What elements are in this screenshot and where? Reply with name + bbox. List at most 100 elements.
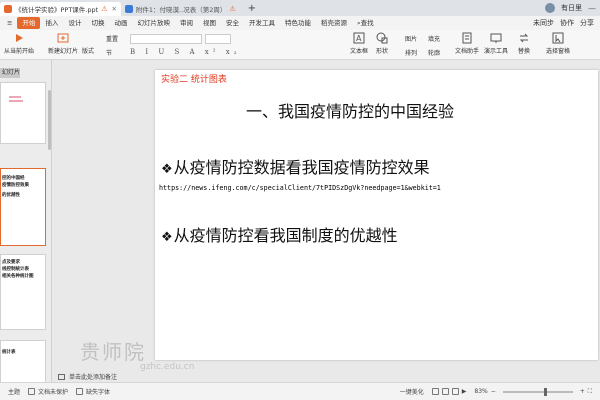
theme-status[interactable]: 主题 (8, 387, 20, 396)
menu-item-features[interactable]: 特色功能 (280, 17, 316, 29)
textbox-button[interactable]: A 文本框 (350, 32, 368, 55)
thumbnail-scrollbar[interactable] (48, 90, 51, 150)
normal-view-icon[interactable] (431, 388, 439, 395)
thumbnail-tab[interactable]: 幻灯片 (0, 68, 20, 78)
notes-icon (58, 374, 65, 380)
slide-title[interactable]: 一、我国疫情防控的中国经验 (195, 102, 505, 122)
title-bar: 《统计学实验》PPT课件.ppt ⚠ ✕ 附件1：付晓漠..况表（第2周） ⚠ … (0, 0, 600, 16)
zoom-in-icon[interactable]: + (580, 388, 585, 395)
avatar[interactable] (545, 3, 555, 13)
tab-doc-file[interactable]: 附件1：付晓漠..况表（第2周） ⚠ (121, 2, 240, 16)
menu-item-transition[interactable]: 切换 (86, 17, 109, 29)
font-size-select[interactable] (205, 34, 231, 44)
font-icon (76, 388, 84, 395)
shape-button[interactable]: 形状 (376, 32, 388, 55)
zoom-control[interactable]: 83% − + ⛶ (474, 387, 600, 396)
sorter-view-icon[interactable] (441, 388, 449, 395)
menu-item-insert[interactable]: 插入 (40, 17, 63, 29)
new-slide-button[interactable]: 新建幻灯片 (48, 32, 78, 55)
sync-status[interactable]: 未同步 (533, 18, 554, 28)
menu-item-design[interactable]: 设计 (63, 17, 86, 29)
presenter-tools-button[interactable]: 演示工具 (484, 32, 508, 55)
watermark-text: 贵师院 (80, 340, 146, 364)
reading-view-icon[interactable] (451, 388, 459, 395)
play-icon[interactable]: ▶ (462, 388, 467, 395)
warning-icon: ⚠ (101, 5, 108, 13)
thumb-line: 线控制统计表 (2, 267, 29, 272)
notes-bar[interactable]: 单击此处添加备注 (58, 372, 117, 381)
tab-label: 附件1：付晓漠..况表（第2周） (135, 6, 227, 14)
search-button[interactable]: ⌕查找 (352, 17, 379, 29)
close-tab-icon[interactable]: ✕ (111, 5, 116, 13)
menu-item-animation[interactable]: 动画 (109, 17, 132, 29)
thumbnail-decoration (9, 96, 23, 102)
doc-file-icon (124, 5, 133, 13)
ppt-file-icon (4, 5, 12, 13)
menu-item-view[interactable]: 视图 (198, 17, 221, 29)
diamond-bullet-icon: ❖ (161, 230, 173, 245)
tab-ppt-file[interactable]: 《统计学实验》PPT课件.ppt ⚠ ✕ (0, 2, 121, 16)
menu-item-devtools[interactable]: 开发工具 (244, 17, 280, 29)
reset-button[interactable]: 重置 (106, 34, 118, 43)
play-icon (16, 34, 23, 42)
tab-label: 《统计学实验》PPT课件.ppt (15, 6, 99, 14)
layout-button[interactable]: 版式 (82, 46, 94, 55)
new-slide-icon (57, 33, 69, 43)
menu-item-docer[interactable]: 稻壳资源 (316, 17, 352, 29)
menu-icon[interactable]: ≡ (2, 17, 17, 29)
select-pane-button[interactable]: 选择窗格 (546, 32, 570, 55)
outline-button[interactable]: 轮廓 (428, 48, 440, 57)
slide-thumbnail-panel: 幻灯片 控的中国经 疫情防控效果 的优越性 点及要求 线控制统计表 相关各种统计… (0, 60, 52, 382)
warning-icon: ⚠ (229, 5, 236, 13)
menu-item-start[interactable]: 开始 (17, 17, 41, 29)
shape-icon (376, 32, 388, 44)
status-bar: 主题 文档未保护 缺失字体 一键美化 ▶ 83% − + ⛶ (0, 382, 600, 400)
news-link[interactable]: https://news.ifeng.com/c/specialClient/7… (159, 184, 441, 192)
font-family-select[interactable] (130, 34, 202, 44)
bullet-1-text: 从疫情防控数据看我国疫情防控效果 (173, 158, 430, 177)
section-button[interactable]: 节 (106, 48, 112, 57)
bullet-1[interactable]: ❖从疫情防控数据看我国疫情防控效果 (161, 154, 430, 178)
slide-canvas: 实验二 统计图表 一、我国疫情防控的中国经验 ❖从疫情防控数据看我国疫情防控效果… (52, 60, 600, 382)
missing-font-status[interactable]: 缺失字体 (76, 387, 110, 396)
new-tab-button[interactable]: + (248, 2, 256, 16)
thumb-line: 的优越性 (2, 193, 20, 198)
beautify-button[interactable]: 一键美化 (400, 387, 424, 396)
menu-bar: ≡ 开始 插入 设计 切换 动画 幻灯片放映 审阅 视图 安全 开发工具 特色功… (0, 16, 600, 30)
current-slide[interactable]: 实验二 统计图表 一、我国疫情防控的中国经验 ❖从疫情防控数据看我国疫情防控效果… (155, 70, 598, 360)
play-from-current-button[interactable]: 从当前开始 (4, 32, 34, 55)
menu-item-review[interactable]: 审阅 (175, 17, 198, 29)
slide-thumbnail-4[interactable]: 统计表 (0, 340, 46, 382)
bullet-2-text: 从疫情防控看我国制度的优越性 (173, 226, 398, 245)
fill-button[interactable]: 填充 (428, 34, 440, 43)
notes-placeholder: 单击此处添加备注 (69, 374, 118, 381)
slide-thumbnail-1[interactable] (0, 82, 46, 144)
login-text[interactable]: 有日里 (561, 3, 582, 13)
format-buttons[interactable]: B I U S A x² x₂ (130, 48, 241, 56)
zoom-slider[interactable] (502, 387, 573, 396)
collab-button[interactable]: 协作 (560, 18, 574, 28)
replace-icon (519, 33, 529, 43)
zoom-out-icon[interactable]: − (491, 388, 496, 395)
text-assistant-button[interactable]: 文档助手 (455, 32, 479, 55)
shield-icon (28, 388, 36, 395)
doc-protect-status[interactable]: 文档未保护 (28, 387, 68, 396)
minimize-icon[interactable]: — (588, 4, 596, 13)
share-button[interactable]: 分享 (580, 18, 594, 28)
view-buttons[interactable]: ▶ (431, 388, 467, 395)
fit-window-icon[interactable]: ⛶ (588, 388, 592, 396)
svg-text:A: A (356, 34, 362, 43)
slide-section-label: 实验二 统计图表 (161, 75, 227, 85)
presenter-icon (490, 33, 502, 43)
thumb-line: 疫情防控效果 (2, 183, 29, 188)
zoom-slider-knob[interactable] (544, 387, 548, 396)
image-button[interactable]: 图片 (405, 34, 417, 43)
slide-thumbnail-3[interactable]: 点及要求 线控制统计表 相关各种统计图 (0, 254, 46, 330)
arrange-button[interactable]: 排列 (405, 48, 417, 57)
menu-item-slideshow[interactable]: 幻灯片放映 (132, 17, 175, 29)
zoom-value: 83% (474, 388, 488, 395)
bullet-2[interactable]: ❖从疫情防控看我国制度的优越性 (161, 222, 398, 246)
slide-thumbnail-2[interactable]: 控的中国经 疫情防控效果 的优越性 (0, 168, 46, 246)
menu-item-security[interactable]: 安全 (221, 17, 244, 29)
replace-button[interactable]: 替换 (518, 32, 530, 55)
